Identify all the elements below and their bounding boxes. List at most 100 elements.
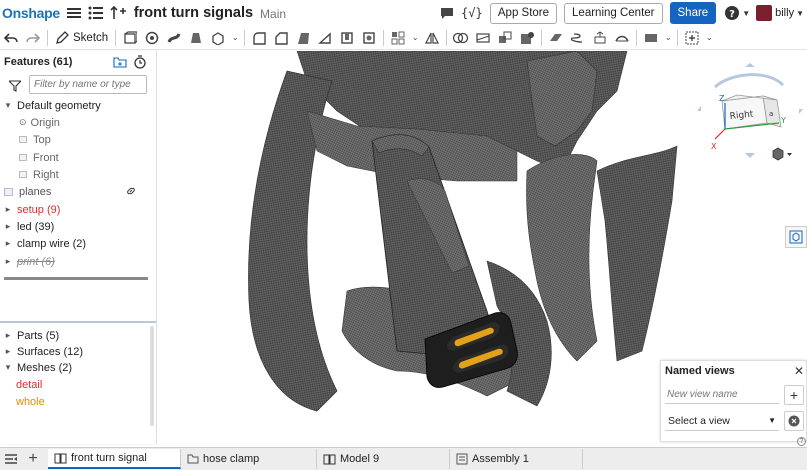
tab-model-9[interactable]: Model 9: [317, 449, 450, 469]
rotate-down-arrow-icon[interactable]: [745, 153, 755, 158]
clear-view-button[interactable]: [784, 411, 804, 431]
mesh-item-detail[interactable]: detail: [0, 376, 150, 393]
chevron-down-icon[interactable]: ▼: [742, 9, 750, 18]
add-custom-feature-icon[interactable]: [681, 27, 703, 49]
tree-item-top[interactable]: Top: [0, 131, 150, 148]
close-icon[interactable]: ✕: [794, 364, 804, 378]
branch-label[interactable]: Main: [260, 7, 286, 21]
thicken-icon[interactable]: [207, 27, 229, 49]
chevron-right-icon[interactable]: ▸: [3, 256, 13, 267]
tab-hose-clamp[interactable]: hose clamp: [181, 449, 317, 469]
chevron-right-icon[interactable]: ▸: [3, 204, 13, 215]
pattern-dropdown-icon[interactable]: ⌄: [409, 27, 421, 49]
add-tab-icon[interactable]: +: [22, 450, 44, 468]
comment-icon[interactable]: [439, 5, 455, 21]
helix-icon[interactable]: [567, 27, 589, 49]
tree-item-led[interactable]: ▸ led (39): [0, 218, 150, 235]
document-title[interactable]: front turn signals: [134, 5, 253, 21]
mirror-icon[interactable]: [421, 27, 443, 49]
delete-part-icon[interactable]: [516, 27, 538, 49]
tree-item-print-suppressed[interactable]: ▸ print (6): [0, 253, 150, 270]
tree-item-label: Default geometry: [17, 99, 101, 112]
rotate-up-arrow-icon[interactable]: [745, 63, 755, 67]
tree-item-right[interactable]: Right: [0, 166, 150, 183]
sweep-icon[interactable]: [163, 27, 185, 49]
add-folder-icon[interactable]: [113, 56, 127, 71]
fillet-icon[interactable]: [248, 27, 270, 49]
tree-item-setup[interactable]: ▸ setup (9): [0, 201, 150, 218]
filter-icon[interactable]: [7, 80, 23, 95]
feature-list-icon[interactable]: [88, 5, 104, 21]
tree-item-front[interactable]: Front: [0, 149, 150, 166]
add-view-button[interactable]: +: [784, 385, 804, 405]
mesh-item-whole[interactable]: whole: [0, 393, 150, 410]
avatar[interactable]: [756, 5, 773, 21]
panel-divider[interactable]: [0, 321, 156, 323]
rotate-right-arrow-icon[interactable]: [799, 109, 803, 114]
user-menu-chevron-icon[interactable]: ▼: [796, 9, 804, 18]
share-button[interactable]: Share: [669, 2, 717, 24]
parts-list-item-parts[interactable]: ▸ Parts (5): [0, 327, 150, 344]
rib-icon[interactable]: [314, 27, 336, 49]
variables-icon[interactable]: {√}: [461, 5, 483, 21]
chevron-down-icon[interactable]: ▾: [3, 100, 13, 111]
chevron-right-icon[interactable]: ▸: [3, 346, 13, 357]
hamburger-menu-icon[interactable]: [66, 5, 82, 21]
boolean-icon[interactable]: [450, 27, 472, 49]
rotate-left-arrow-icon[interactable]: [697, 106, 701, 111]
chevron-down-icon[interactable]: ▾: [3, 362, 13, 373]
filter-input[interactable]: [29, 75, 147, 94]
app-store-button[interactable]: App Store: [489, 2, 558, 24]
panel-scrollbar[interactable]: [150, 326, 154, 426]
parts-list-item-surfaces[interactable]: ▸ Surfaces (12): [0, 343, 150, 360]
hole-icon[interactable]: [358, 27, 380, 49]
shell-icon[interactable]: [336, 27, 358, 49]
chevron-right-icon[interactable]: ▸: [3, 330, 13, 341]
toolbar-divider: [636, 29, 638, 46]
named-views-panel-toggle-icon[interactable]: [785, 226, 807, 248]
mate-connector-icon[interactable]: [589, 27, 611, 49]
tree-item-clamp-wire[interactable]: ▸ clamp wire (2): [0, 235, 150, 252]
loft-icon[interactable]: [185, 27, 207, 49]
tree-item-origin[interactable]: ⊙ Origin: [0, 114, 150, 131]
tab-manager-icon[interactable]: [0, 453, 22, 465]
pattern-icon[interactable]: [387, 27, 409, 49]
rotate-arc-icon[interactable]: [713, 73, 785, 89]
surface-icon[interactable]: [611, 27, 633, 49]
transform-icon[interactable]: [494, 27, 516, 49]
sheet-metal-icon[interactable]: [640, 27, 662, 49]
render-mode-icon[interactable]: [771, 147, 793, 164]
revolve-icon[interactable]: [141, 27, 163, 49]
insert-icon[interactable]: [110, 5, 126, 21]
chevron-right-icon[interactable]: ▸: [3, 238, 13, 249]
tree-item-planes[interactable]: planes: [0, 183, 150, 200]
tab-front-turn-signal[interactable]: front turn signal: [48, 449, 181, 469]
link-icon[interactable]: [125, 185, 137, 200]
redo-icon[interactable]: [22, 27, 44, 49]
tab-assembly-1[interactable]: Assembly 1: [450, 449, 583, 469]
enclose-dropdown-icon[interactable]: ⌄: [229, 27, 241, 49]
help-icon[interactable]: ?: [797, 437, 806, 446]
user-name[interactable]: billy: [775, 7, 794, 19]
rollback-timer-icon[interactable]: [133, 55, 147, 72]
onshape-logo[interactable]: Onshape: [2, 5, 60, 21]
help-icon[interactable]: ?: [724, 5, 740, 21]
rollback-bar[interactable]: [4, 277, 148, 280]
extrude-icon[interactable]: [119, 27, 141, 49]
undo-icon[interactable]: [0, 27, 22, 49]
toolbar-more-dropdown-icon[interactable]: ⌄: [703, 27, 715, 49]
learning-center-button[interactable]: Learning Center: [564, 2, 663, 24]
draft-icon[interactable]: [292, 27, 314, 49]
chamfer-icon[interactable]: [270, 27, 292, 49]
toolbar-divider: [47, 29, 48, 46]
plane-icon[interactable]: [545, 27, 567, 49]
chevron-right-icon[interactable]: ▸: [3, 221, 13, 232]
tree-item-label: Origin: [30, 116, 60, 129]
sheet-metal-dropdown-icon[interactable]: ⌄: [662, 27, 674, 49]
split-icon[interactable]: [472, 27, 494, 49]
parts-list-item-meshes[interactable]: ▾ Meshes (2): [0, 359, 150, 376]
tree-item-default-geometry[interactable]: ▾ Default geometry: [0, 97, 150, 114]
new-view-name-input[interactable]: [665, 385, 779, 404]
view-select[interactable]: Select a view ▼: [665, 411, 779, 431]
sketch-button[interactable]: Sketch: [55, 30, 108, 45]
